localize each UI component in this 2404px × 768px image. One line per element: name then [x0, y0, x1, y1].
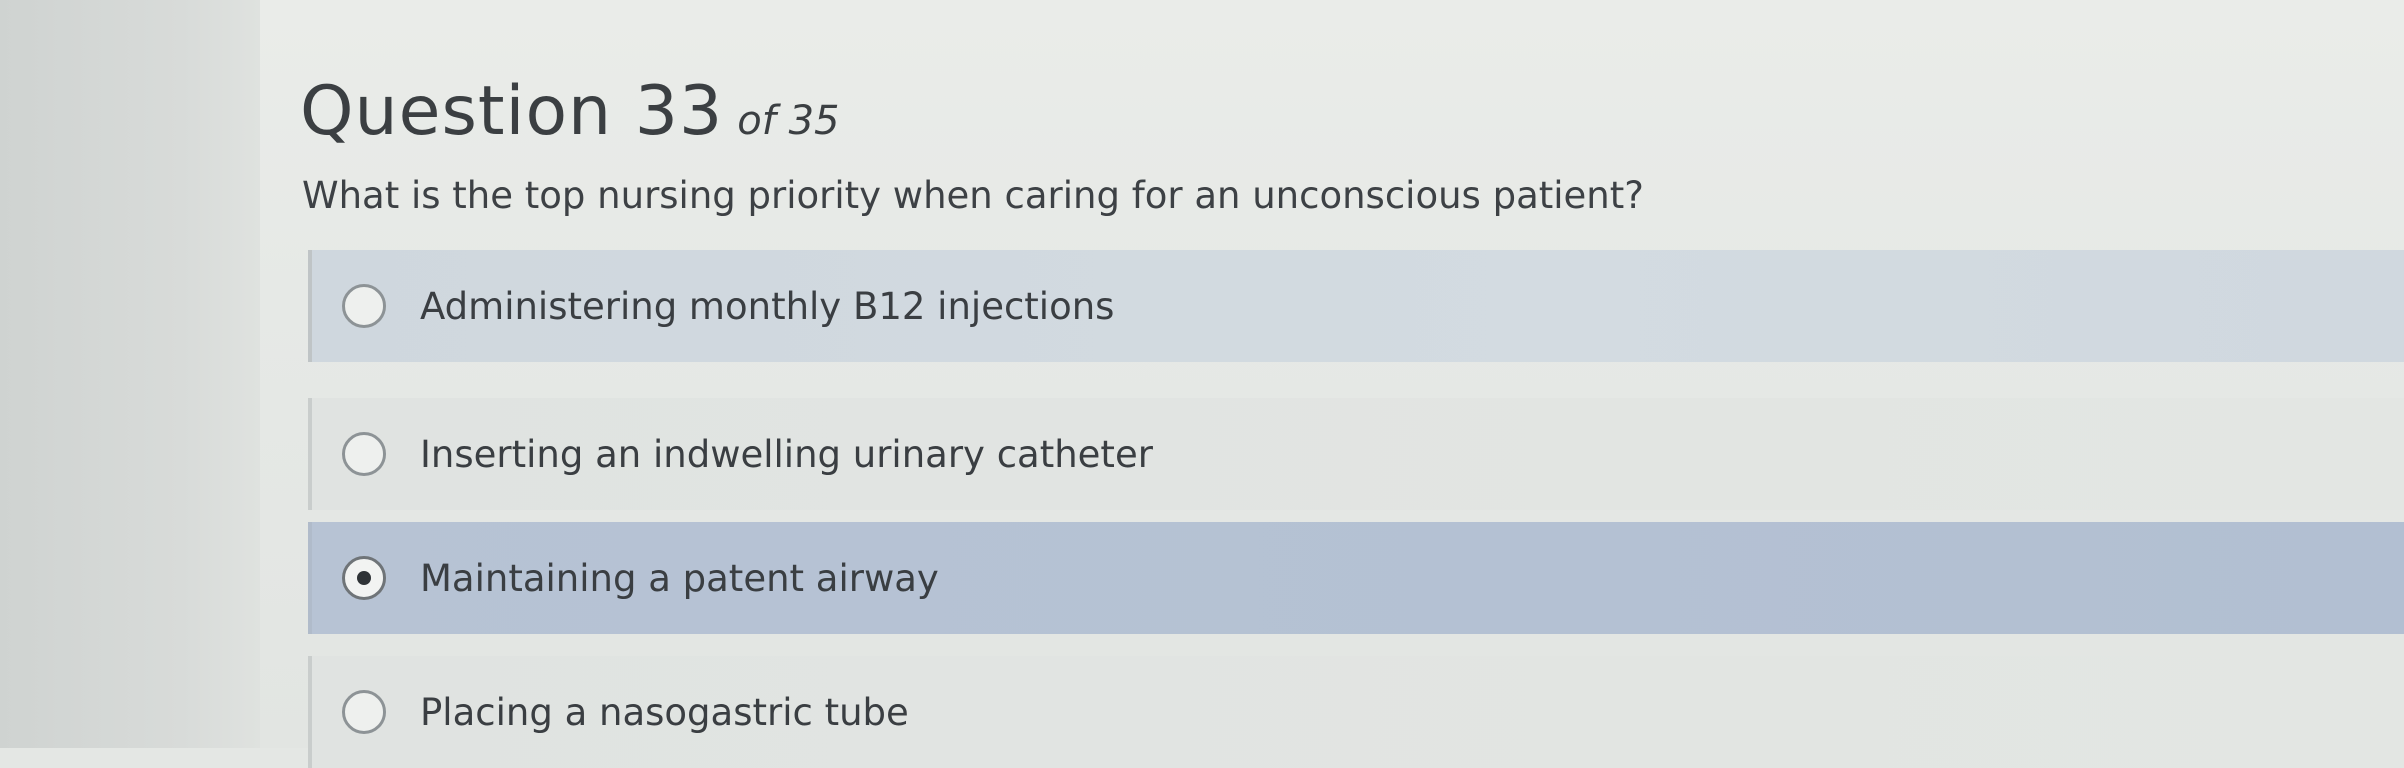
question-header: Question 33 of 35: [300, 72, 839, 151]
answer-option-4[interactable]: Placing a nasogastric tube: [308, 656, 2404, 768]
answer-option-3[interactable]: Maintaining a patent airway: [308, 522, 2404, 634]
radio-button-selected[interactable]: [342, 556, 386, 600]
answer-label: Administering monthly B12 injections: [420, 284, 1115, 328]
question-text: What is the top nursing priority when ca…: [302, 174, 1644, 217]
radio-button[interactable]: [342, 284, 386, 328]
question-title: Question 33: [300, 72, 724, 151]
radio-button[interactable]: [342, 432, 386, 476]
answer-option-2[interactable]: Inserting an indwelling urinary catheter: [308, 398, 2404, 510]
answer-option-1[interactable]: Administering monthly B12 injections: [308, 250, 2404, 362]
answer-label: Maintaining a patent airway: [420, 556, 939, 600]
answer-label: Inserting an indwelling urinary catheter: [420, 432, 1153, 476]
question-count: of 35: [737, 98, 840, 144]
left-margin: [0, 0, 260, 748]
radio-button[interactable]: [342, 690, 386, 734]
answer-label: Placing a nasogastric tube: [420, 690, 909, 734]
